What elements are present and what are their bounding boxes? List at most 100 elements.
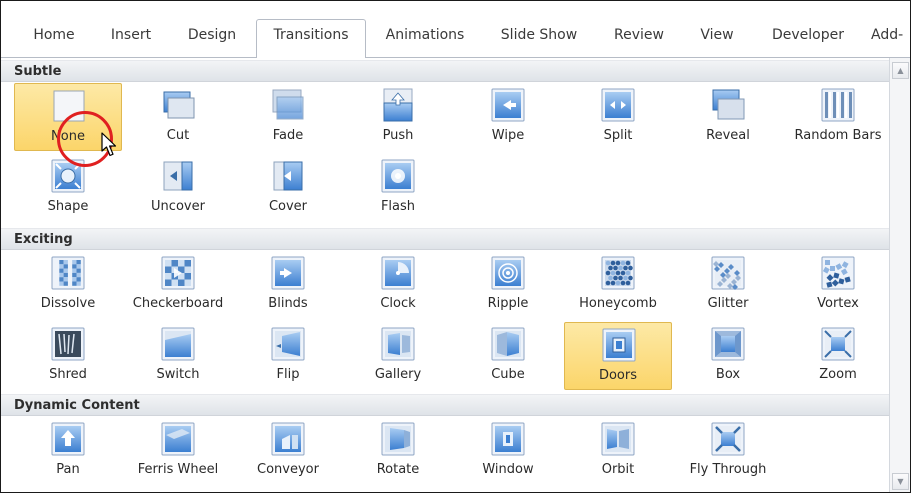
- transition-checkerboard[interactable]: Checkerboard: [124, 251, 232, 319]
- section-header-exciting: Exciting: [1, 228, 889, 250]
- tab-insert[interactable]: Insert: [99, 20, 163, 58]
- transition-label: Checkerboard: [132, 296, 224, 311]
- ribbon-tab-bar: Home Insert Design Transitions Animation…: [1, 1, 910, 58]
- scroll-up-button[interactable]: ▲: [892, 62, 909, 79]
- flash-icon: [380, 158, 416, 194]
- orbit-icon: [600, 421, 636, 457]
- transition-label: Box: [715, 367, 741, 382]
- mouse-pointer-icon: [101, 132, 117, 157]
- transition-gallery-panel: Subtle None Cut Fade Push Wipe Split Reveal Rand…: [1, 58, 892, 492]
- transition-push[interactable]: Push: [344, 83, 452, 151]
- transition-fly-through[interactable]: Fly Through: [674, 417, 782, 485]
- transition-label: Cut: [166, 128, 190, 143]
- random-bars-icon: [820, 87, 856, 123]
- transition-doors[interactable]: Doors: [564, 322, 672, 390]
- transition-random-bars[interactable]: Random Bars: [784, 83, 892, 151]
- tab-home[interactable]: Home: [19, 20, 89, 58]
- transition-dissolve[interactable]: Dissolve: [14, 251, 122, 319]
- cube-icon: [490, 326, 526, 362]
- tab-design[interactable]: Design: [176, 20, 248, 58]
- switch-icon: [160, 326, 196, 362]
- clock-icon: [380, 255, 416, 291]
- transition-ripple[interactable]: Ripple: [454, 251, 562, 319]
- transition-cut[interactable]: Cut: [124, 83, 232, 151]
- transition-label: Cube: [491, 367, 525, 382]
- dissolve-icon: [50, 255, 86, 291]
- tab-developer[interactable]: Developer: [761, 20, 855, 58]
- transition-fade[interactable]: Fade: [234, 83, 342, 151]
- shred-icon: [50, 326, 86, 362]
- gallery-icon: [380, 326, 416, 362]
- tab-add-ins[interactable]: Add-: [871, 20, 910, 58]
- scroll-down-button[interactable]: ▼: [892, 473, 909, 490]
- transition-wipe[interactable]: Wipe: [454, 83, 562, 151]
- transition-shape[interactable]: Shape: [14, 154, 122, 222]
- transition-cube[interactable]: Cube: [454, 322, 562, 390]
- section-header-dynamic-content: Dynamic Content: [1, 394, 889, 416]
- transition-orbit[interactable]: Orbit: [564, 417, 672, 485]
- transition-split[interactable]: Split: [564, 83, 672, 151]
- section-header-subtle: Subtle: [1, 60, 889, 82]
- tab-slide-show[interactable]: Slide Show: [489, 20, 589, 58]
- transition-window[interactable]: Window: [454, 417, 562, 485]
- transition-label: Shape: [47, 199, 89, 214]
- glitter-icon: [710, 255, 746, 291]
- fade-icon: [270, 87, 306, 123]
- transition-conveyor[interactable]: Conveyor: [234, 417, 342, 485]
- transition-label: Wipe: [491, 128, 525, 143]
- transition-zoom[interactable]: Zoom: [784, 322, 892, 390]
- transition-pan[interactable]: Pan: [14, 417, 122, 485]
- transition-label: Flip: [276, 367, 300, 382]
- transition-label: Shred: [49, 367, 87, 382]
- transition-blinds[interactable]: Blinds: [234, 251, 342, 319]
- doors-icon: [601, 327, 637, 363]
- transition-clock[interactable]: Clock: [344, 251, 452, 319]
- transition-label: Split: [603, 128, 633, 143]
- transition-label: Random Bars: [794, 128, 882, 143]
- transition-label: Doors: [598, 368, 638, 383]
- flip-icon: [270, 326, 306, 362]
- cover-icon: [270, 158, 306, 194]
- transition-glitter[interactable]: Glitter: [674, 251, 782, 319]
- transition-label: Ripple: [487, 296, 529, 311]
- gallery-scrollbar[interactable]: ▲ ▼: [889, 58, 910, 492]
- cut-icon: [160, 87, 196, 123]
- transition-label: Glitter: [707, 296, 749, 311]
- transition-switch[interactable]: Switch: [124, 322, 232, 390]
- transition-box[interactable]: Box: [674, 322, 782, 390]
- transition-vortex[interactable]: Vortex: [784, 251, 892, 319]
- transition-ferris-wheel[interactable]: Ferris Wheel: [124, 417, 232, 485]
- transition-cover[interactable]: Cover: [234, 154, 342, 222]
- transition-gallery[interactable]: Gallery: [344, 322, 452, 390]
- transition-honeycomb[interactable]: Honeycomb: [564, 251, 672, 319]
- transition-uncover[interactable]: Uncover: [124, 154, 232, 222]
- ferris-wheel-icon: [160, 421, 196, 457]
- transition-label: Cover: [268, 199, 308, 214]
- blinds-icon: [270, 255, 306, 291]
- fly-through-icon: [710, 421, 746, 457]
- zoom-icon: [820, 326, 856, 362]
- uncover-icon: [160, 158, 196, 194]
- transition-label: Ferris Wheel: [137, 462, 219, 477]
- honeycomb-icon: [600, 255, 636, 291]
- checkerboard-icon: [160, 255, 196, 291]
- tab-animations[interactable]: Animations: [373, 20, 477, 58]
- tab-review[interactable]: Review: [603, 20, 675, 58]
- tab-transitions[interactable]: Transitions: [256, 19, 366, 58]
- transition-label: Reveal: [706, 128, 750, 143]
- conveyor-icon: [270, 421, 306, 457]
- transition-flip[interactable]: Flip: [234, 322, 342, 390]
- box-icon: [710, 326, 746, 362]
- transition-reveal[interactable]: Reveal: [674, 83, 782, 151]
- ripple-icon: [490, 255, 526, 291]
- transition-rotate[interactable]: Rotate: [344, 417, 452, 485]
- transition-label: Vortex: [817, 296, 859, 311]
- transition-label: Gallery: [374, 367, 422, 382]
- transition-label: Conveyor: [257, 462, 319, 477]
- transition-flash[interactable]: Flash: [344, 154, 452, 222]
- transition-label: Fly Through: [689, 462, 767, 477]
- transition-label: Zoom: [819, 367, 857, 382]
- tab-view[interactable]: View: [689, 20, 745, 58]
- transition-shred[interactable]: Shred: [14, 322, 122, 390]
- window-icon: [490, 421, 526, 457]
